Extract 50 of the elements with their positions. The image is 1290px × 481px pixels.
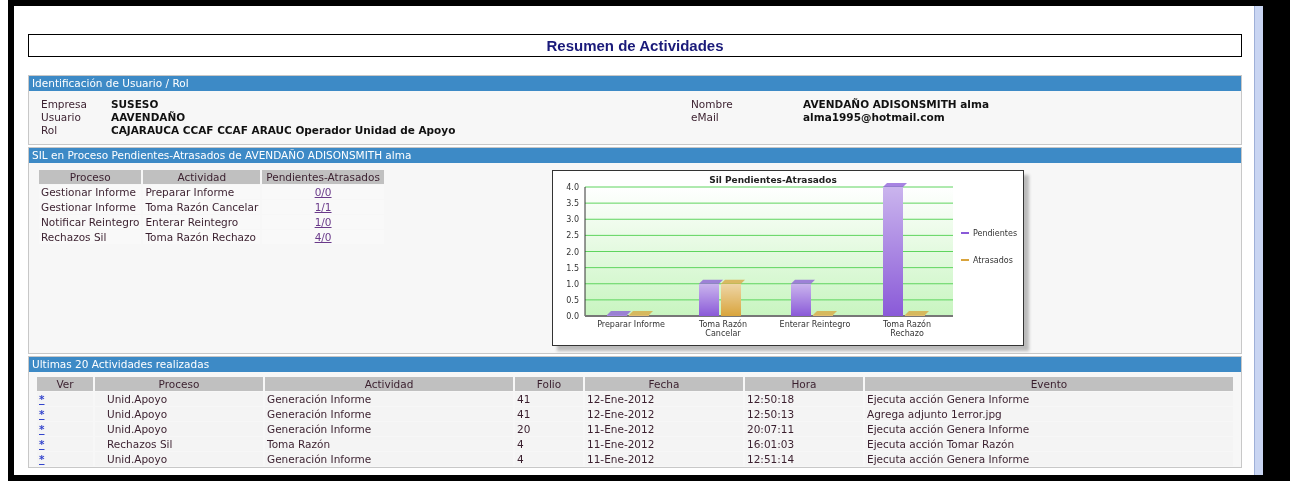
field-label: Rol [41,124,59,136]
page-title: Resumen de Actividades [28,34,1242,57]
axis-tick-label: 1.5 [566,263,579,273]
chart-bar [720,279,745,316]
legend-label: Atrasados [972,256,1013,265]
table-cell: Toma Razón Cancelar [143,200,261,214]
field-value: AVENDAÑO ADISONSMITH alma [803,98,990,110]
column-header: Hora [745,377,863,391]
axis-tick-label: 2.5 [566,231,579,241]
view-link[interactable]: * [39,423,45,435]
view-link[interactable]: * [39,393,45,405]
field-value: SUSESO [111,98,160,110]
chart-title: Sil Pendientes-Atrasados [709,175,837,185]
section-header: SIL en Proceso Pendientes-Atrasados de AVENDAÑO ADISONSMITH alma [29,148,1241,163]
column-header: Proceso [39,170,142,184]
column-header: Ver [37,377,93,391]
field-value: AAVENDAÑO [111,111,187,123]
category-label: Toma Razón Cancelar [698,320,747,338]
column-header: Actividad [265,377,513,391]
table-cell: Notificar Reintegro [39,215,142,229]
column-header: Folio [515,377,583,391]
column-header: Proceso [95,377,263,391]
view-link[interactable]: * [39,453,45,465]
axis-tick-label: 2.0 [566,247,579,257]
category-label: Preparar Informe [597,320,665,329]
legend-label: Pendientes [972,229,1017,238]
axis-tick-label: 4.0 [566,183,579,192]
axis-tick-label: 3.5 [566,199,579,209]
field-value: alma1995@hotmail.com [803,111,946,123]
view-link[interactable]: * [39,408,45,420]
column-header: Actividad [143,170,261,184]
section-header: Ultimas 20 Actividades realizadas [29,357,1241,372]
field-value: CAJARAUCA CCAF CCAF ARAUC Operador Unidad de Apoyo [111,124,457,136]
view-link[interactable]: * [39,438,45,450]
column-header: Pendientes-Atrasados [262,170,384,184]
category-label: Enterar Reintegro [779,320,851,329]
column-header: Fecha [585,377,743,391]
field-label: Empresa [41,98,88,110]
field-label: eMail [691,111,720,123]
field-label: Usuario [41,111,82,123]
axis-tick-label: 0.0 [566,312,579,321]
section-header: Identificación de Usuario / Rol [29,76,1241,91]
chart-bar [698,279,723,316]
scrollbar[interactable] [1254,6,1263,475]
axis-tick-label: 1.0 [566,279,579,289]
axis-tick-label: 3.0 [566,215,579,225]
axis-tick-label: 0.5 [566,295,579,305]
category-label: Toma Razón Rechazo [882,320,931,338]
column-header: Evento [865,377,1233,391]
field-label: Nombre [691,98,734,110]
